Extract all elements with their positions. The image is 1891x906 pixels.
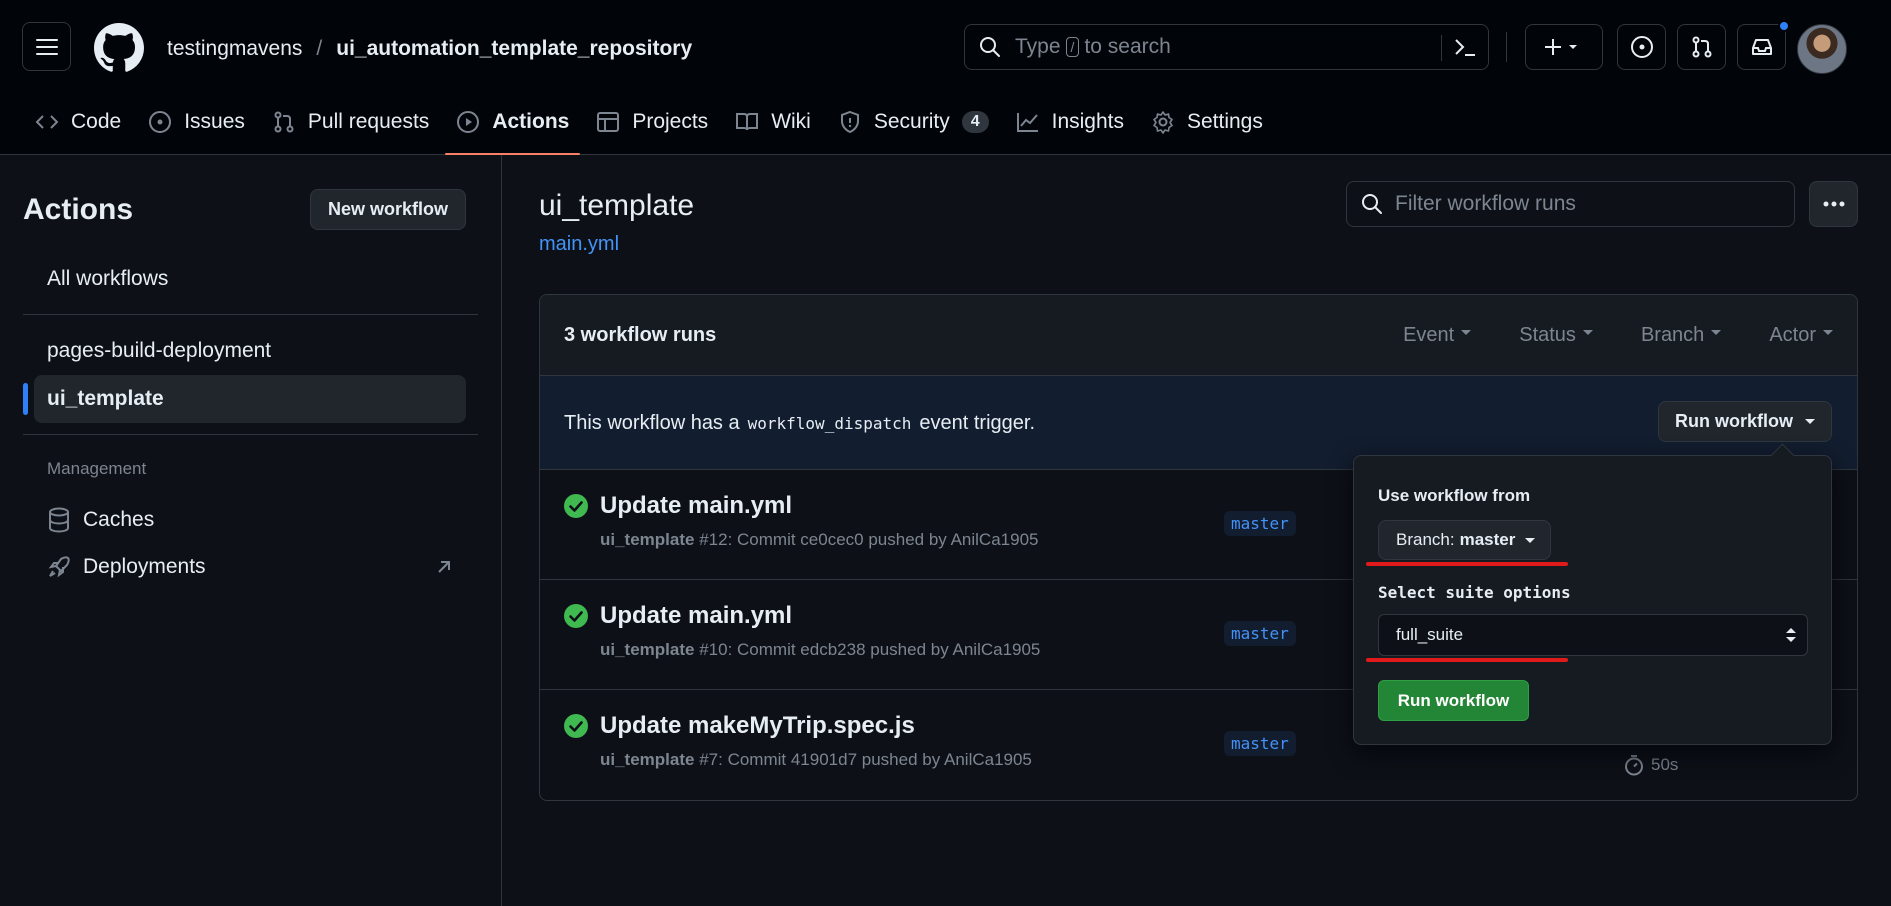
pull-requests-button[interactable] (1677, 24, 1726, 70)
success-check-icon (564, 604, 588, 628)
search-placeholder: Type / to search (1015, 35, 1171, 58)
chevron-down-icon (1525, 537, 1536, 548)
external-link-icon (438, 561, 450, 573)
book-icon (736, 113, 759, 131)
branch-label[interactable]: master (1224, 621, 1296, 646)
chevron-down-icon (1569, 45, 1577, 49)
rocket-icon (48, 556, 70, 578)
top-header: testingmavens / ui_automation_template_r… (0, 0, 1891, 155)
table-icon (597, 112, 620, 132)
tab-wiki[interactable]: Wiki (724, 100, 822, 144)
kebab-horizontal-icon (1823, 201, 1844, 207)
command-palette-icon[interactable] (1452, 34, 1478, 60)
inbox-icon (1751, 39, 1772, 55)
suite-options-label: Select suite options (1378, 583, 1571, 602)
global-search-input[interactable]: Type / to search (964, 24, 1489, 70)
filter-branch[interactable]: Branch (1641, 324, 1721, 347)
tab-insights[interactable]: Insights (1005, 100, 1135, 144)
success-check-icon (564, 714, 588, 738)
pull-request-icon (1692, 36, 1711, 58)
run-details: ui_template #10: Commit edcb238 pushed b… (600, 640, 1041, 659)
run-title[interactable]: Update makeMyTrip.spec.js (600, 712, 915, 740)
tab-issues[interactable]: Issues (137, 100, 256, 144)
management-heading: Management (47, 459, 147, 478)
tab-actions[interactable]: Actions (445, 100, 581, 155)
run-title[interactable]: Update main.yml (600, 492, 792, 520)
shield-icon (840, 110, 859, 134)
slash-key-hint: / (1065, 37, 1080, 57)
use-workflow-from-label: Use workflow from (1378, 486, 1531, 505)
sidebar-item-all-workflows[interactable]: All workflows (34, 255, 466, 303)
sidebar-item-pages-build-deployment[interactable]: pages-build-deployment (34, 327, 466, 375)
play-icon (457, 111, 480, 133)
run-workflow-dropdown-button[interactable]: Run workflow (1658, 401, 1832, 442)
runs-header: 3 workflow runs Event Status Branch Acto… (540, 295, 1857, 376)
tab-pull-requests[interactable]: Pull requests (261, 100, 440, 144)
run-details: ui_template #7: Commit 41901d7 pushed by… (600, 750, 1032, 769)
plus-icon (1545, 39, 1561, 55)
suite-options-select[interactable]: full_suite (1378, 614, 1808, 656)
branch-label[interactable]: master (1224, 511, 1296, 536)
database-icon (49, 507, 69, 533)
issue-icon (1630, 36, 1653, 58)
filter-actor[interactable]: Actor (1769, 324, 1833, 347)
code-icon (35, 115, 59, 129)
github-logo-icon[interactable] (94, 23, 144, 73)
repo-owner-link[interactable]: testingmavens (167, 37, 302, 61)
sidebar-item-deployments[interactable]: Deployments (47, 555, 452, 579)
repo-nav: Code Issues Pull requests Actions Projec… (24, 100, 1274, 155)
chevron-down-icon (1805, 419, 1815, 429)
tab-projects[interactable]: Projects (585, 100, 719, 144)
run-workflow-popover: Use workflow from Branch: master Select … (1353, 455, 1832, 745)
branch-select-button[interactable]: Branch: master (1378, 520, 1551, 560)
annotation-underline (1366, 658, 1568, 662)
breadcrumb-separator: / (316, 37, 323, 60)
workflow-title: ui_template (539, 189, 695, 222)
gear-icon (1153, 111, 1173, 134)
repo-name-link[interactable]: ui_automation_template_repository (336, 37, 692, 61)
workflow-file-link[interactable]: main.yml (539, 233, 619, 256)
pull-request-icon (274, 111, 294, 133)
new-workflow-button[interactable]: New workflow (310, 189, 466, 230)
notification-dot (1778, 20, 1790, 32)
hamburger-icon (35, 38, 58, 55)
filter-event[interactable]: Event (1403, 324, 1471, 347)
branch-label[interactable]: master (1224, 731, 1296, 756)
menu-button[interactable] (22, 22, 71, 71)
sidebar-title: Actions (23, 193, 134, 226)
annotation-underline (1366, 562, 1568, 566)
search-icon (1362, 194, 1382, 214)
filter-workflow-runs-input[interactable]: Filter workflow runs (1346, 181, 1795, 227)
filter-status[interactable]: Status (1519, 324, 1593, 347)
stopwatch-icon (1625, 755, 1643, 776)
tab-security[interactable]: Security 4 (827, 100, 1000, 144)
breadcrumb: testingmavens / ui_automation_template_r… (167, 37, 692, 61)
run-duration: 50s (1623, 754, 1678, 776)
success-check-icon (564, 494, 588, 518)
more-options-button[interactable] (1809, 181, 1858, 227)
create-new-button[interactable] (1525, 24, 1603, 70)
security-alert-count: 4 (961, 111, 989, 133)
sidebar-item-caches[interactable]: Caches (47, 507, 452, 533)
inbox-button[interactable] (1737, 20, 1790, 70)
runs-count: 3 workflow runs (564, 324, 717, 346)
tab-code[interactable]: Code (24, 100, 132, 144)
run-workflow-button[interactable]: Run workflow (1378, 680, 1529, 721)
actions-sidebar: Actions New workflow All workflows pages… (0, 155, 502, 906)
issue-icon (149, 111, 172, 133)
select-arrows-icon (1786, 628, 1796, 642)
run-details: ui_template #12: Commit ce0cec0 pushed b… (600, 530, 1039, 549)
run-filters: Event Status Branch Actor (1403, 324, 1833, 347)
search-icon (980, 37, 1000, 57)
filter-placeholder: Filter workflow runs (1395, 192, 1576, 215)
run-title[interactable]: Update main.yml (600, 602, 792, 630)
graph-icon (1016, 113, 1038, 132)
sidebar-item-ui-template[interactable]: ui_template (23, 375, 466, 423)
dispatch-event-code: workflow_dispatch (747, 414, 912, 433)
dispatch-message: This workflow has a workflow_dispatch ev… (564, 412, 1036, 434)
tab-settings[interactable]: Settings (1140, 100, 1274, 144)
user-avatar[interactable] (1797, 24, 1847, 74)
issues-button[interactable] (1617, 24, 1666, 70)
